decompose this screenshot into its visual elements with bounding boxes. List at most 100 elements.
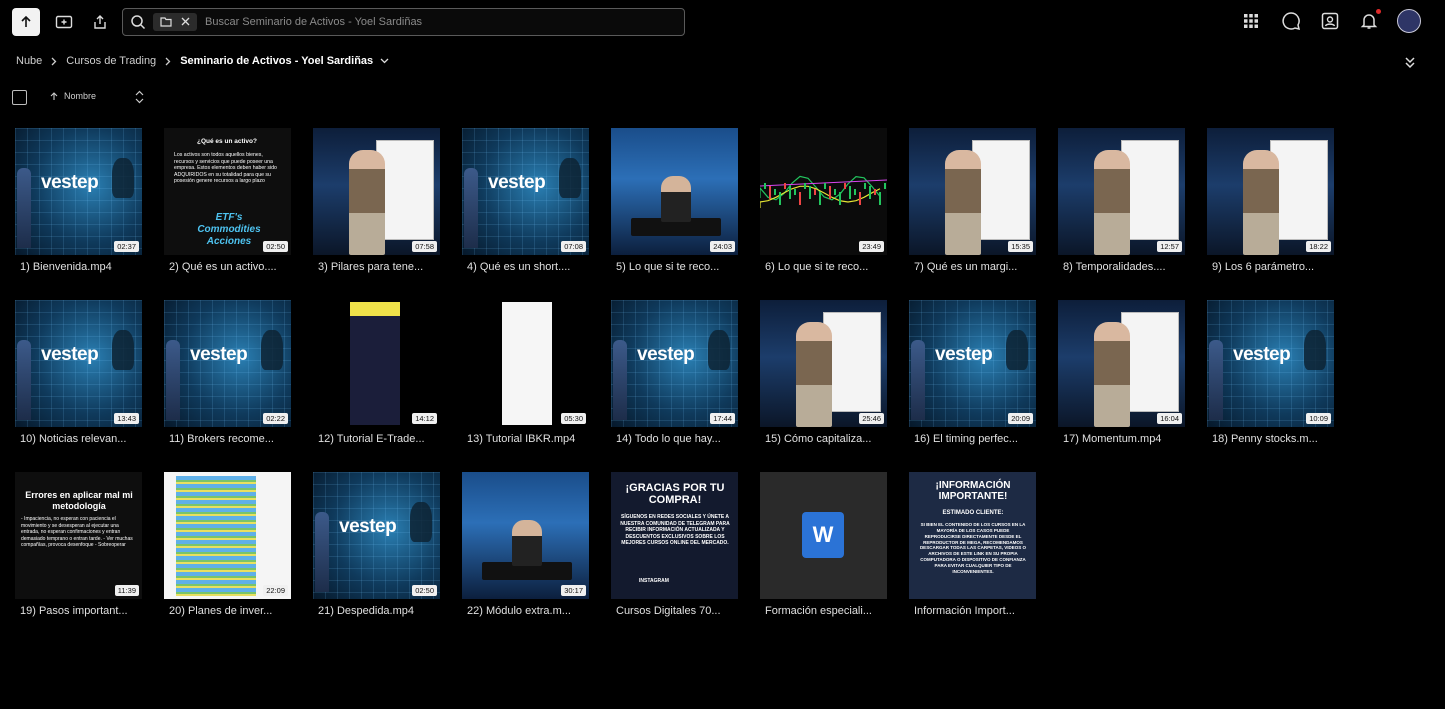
file-tile[interactable]: 07:58 3) Pilares para tene... xyxy=(313,128,440,273)
file-name: 3) Pilares para tene... xyxy=(318,261,424,273)
file-tile[interactable]: vestep 10:09 18) Penny stocks.m... xyxy=(1207,300,1334,445)
file-tile[interactable]: ¡GRACIAS POR TU COMPRA! SÍGUENOS EN REDES… xyxy=(611,472,738,617)
upload-button[interactable] xyxy=(12,8,40,36)
file-tile[interactable]: ¿Qué es un activo? Los activos son todos … xyxy=(164,128,291,273)
file-tile[interactable]: vestep 20:09 16) El timing perfec... xyxy=(909,300,1036,445)
breadcrumb: Nube Cursos de Trading Seminario de Acti… xyxy=(16,53,389,69)
folder-icon xyxy=(160,17,172,27)
file-tile[interactable]: vestep 13:43 10) Noticias relevan... xyxy=(15,300,142,445)
thumbnail[interactable]: ¿Qué es un activo? Los activos son todos … xyxy=(164,128,291,255)
brand-wordmark: vestep xyxy=(190,344,248,365)
thumbnail[interactable]: ¡GRACIAS POR TU COMPRA! SÍGUENOS EN REDES… xyxy=(611,472,738,599)
brand-wordmark: vestep xyxy=(339,516,397,537)
thumbnail[interactable]: vestep 20:09 xyxy=(909,300,1036,427)
file-tile[interactable]: vestep 02:22 11) Brokers recome... xyxy=(164,300,291,445)
file-name: 12) Tutorial E-Trade... xyxy=(318,433,425,445)
thumbnail[interactable]: 25:46 xyxy=(760,300,887,427)
thumbnail[interactable]: 07:58 xyxy=(313,128,440,255)
bear-figure xyxy=(261,330,283,370)
file-tile[interactable]: 22:09 20) Planes de inver... xyxy=(164,472,291,617)
collapse-button[interactable] xyxy=(1403,55,1417,74)
file-tile[interactable]: W Formación especiali... xyxy=(760,472,887,617)
phone-screen xyxy=(502,302,552,425)
contact-card-icon xyxy=(1321,12,1339,30)
thumbnail[interactable]: 23:49 xyxy=(760,128,887,255)
file-name: 15) Cómo capitaliza... xyxy=(765,433,872,445)
presenter-figure xyxy=(796,322,832,427)
sort-toggle[interactable] xyxy=(135,90,144,109)
file-name: Información Import... xyxy=(914,605,1015,617)
thumbnail[interactable]: W xyxy=(760,472,887,599)
file-tile[interactable]: 14:12 12) Tutorial E-Trade... xyxy=(313,300,440,445)
thumbnail[interactable]: 12:57 xyxy=(1058,128,1185,255)
file-tile[interactable]: 30:17 22) Módulo extra.m... xyxy=(462,472,589,617)
duration-badge: 16:04 xyxy=(1157,413,1182,424)
file-name: 8) Temporalidades.... xyxy=(1063,261,1166,273)
thumbnail[interactable]: 30:17 xyxy=(462,472,589,599)
presenter-figure xyxy=(512,520,542,566)
sort-bar: Nombre xyxy=(0,88,200,106)
bear-figure xyxy=(1304,330,1326,370)
file-tile[interactable]: vestep 17:44 14) Todo lo que hay... xyxy=(611,300,738,445)
file-tile[interactable]: vestep 02:37 1) Bienvenida.mp4 xyxy=(15,128,142,273)
select-all-checkbox[interactable] xyxy=(12,90,27,105)
thumbnail[interactable]: vestep 10:09 xyxy=(1207,300,1334,427)
sort-updown-icon xyxy=(135,90,144,104)
duration-badge: 07:58 xyxy=(412,241,437,252)
file-name: 21) Despedida.mp4 xyxy=(318,605,415,617)
thumbnail[interactable]: 22:09 xyxy=(164,472,291,599)
file-tile[interactable]: 23:49 6) Lo que si te reco... xyxy=(760,128,887,273)
search-input[interactable] xyxy=(205,12,675,32)
file-tile[interactable]: Errores en aplicar mal mi metodología - I… xyxy=(15,472,142,617)
duration-badge: 02:50 xyxy=(412,585,437,596)
file-tile[interactable]: 12:57 8) Temporalidades.... xyxy=(1058,128,1185,273)
breadcrumb-item-cursos[interactable]: Cursos de Trading xyxy=(66,55,156,67)
file-tile[interactable]: vestep 07:08 4) Qué es un short.... xyxy=(462,128,589,273)
contacts-button[interactable] xyxy=(1318,9,1342,33)
file-tile[interactable]: 25:46 15) Cómo capitaliza... xyxy=(760,300,887,445)
sort-by-name[interactable]: Nombre xyxy=(50,91,96,101)
thumbnail[interactable]: ¡INFORMACIÓN IMPORTANTE! ESTIMADO CLIENTE… xyxy=(909,472,1036,599)
presenter-figure xyxy=(1209,340,1223,420)
file-tile[interactable]: 15:35 7) Qué es un margi... xyxy=(909,128,1036,273)
folder-scope-chip[interactable] xyxy=(153,13,197,31)
file-tile[interactable]: 24:03 5) Lo que si te reco... xyxy=(611,128,738,273)
file-tile[interactable]: 18:22 9) Los 6 parámetro... xyxy=(1207,128,1334,273)
thumbnail[interactable]: vestep 17:44 xyxy=(611,300,738,427)
presenter-figure xyxy=(1243,150,1279,255)
file-name: 7) Qué es un margi... xyxy=(914,261,1018,273)
thumbnail[interactable]: Errores en aplicar mal mi metodología - I… xyxy=(15,472,142,599)
thumbnail[interactable]: vestep 13:43 xyxy=(15,300,142,427)
bear-figure xyxy=(559,158,581,198)
thumbnail[interactable]: 16:04 xyxy=(1058,300,1185,427)
thumb-title: ¡INFORMACIÓN IMPORTANTE! xyxy=(935,480,1011,502)
chevron-down-icon[interactable] xyxy=(380,58,389,64)
new-folder-button[interactable] xyxy=(50,8,78,36)
chat-button[interactable] xyxy=(1279,9,1303,33)
thumbnail[interactable]: vestep 07:08 xyxy=(462,128,589,255)
thumbnail[interactable]: 14:12 xyxy=(313,300,440,427)
duration-badge: 11:39 xyxy=(114,585,139,596)
file-tile[interactable]: 05:30 13) Tutorial IBKR.mp4 xyxy=(462,300,589,445)
thumbnail[interactable]: 05:30 xyxy=(462,300,589,427)
breadcrumb-item-nube[interactable]: Nube xyxy=(16,55,42,67)
thumbnail[interactable]: vestep 02:22 xyxy=(164,300,291,427)
avatar[interactable] xyxy=(1397,9,1421,33)
notifications-button[interactable] xyxy=(1357,9,1381,33)
file-tile[interactable]: vestep 02:50 21) Despedida.mp4 xyxy=(313,472,440,617)
breadcrumb-current[interactable]: Seminario de Activos - Yoel Sardiñas xyxy=(180,55,373,67)
file-tile[interactable]: 16:04 17) Momentum.mp4 xyxy=(1058,300,1185,445)
phone-screen xyxy=(350,302,400,425)
thumbnail[interactable]: vestep 02:50 xyxy=(313,472,440,599)
thumbnail[interactable]: 24:03 xyxy=(611,128,738,255)
thumbnail[interactable]: 18:22 xyxy=(1207,128,1334,255)
apps-button[interactable] xyxy=(1239,9,1263,33)
thumbnail[interactable]: vestep 02:37 xyxy=(15,128,142,255)
phone-header xyxy=(350,302,400,316)
share-button[interactable] xyxy=(86,8,114,36)
file-tile[interactable]: ¡INFORMACIÓN IMPORTANTE! ESTIMADO CLIENTE… xyxy=(909,472,1036,617)
close-icon[interactable] xyxy=(180,16,191,27)
arrow-up-icon xyxy=(50,91,58,100)
presenter-figure xyxy=(911,340,925,420)
thumbnail[interactable]: 15:35 xyxy=(909,128,1036,255)
